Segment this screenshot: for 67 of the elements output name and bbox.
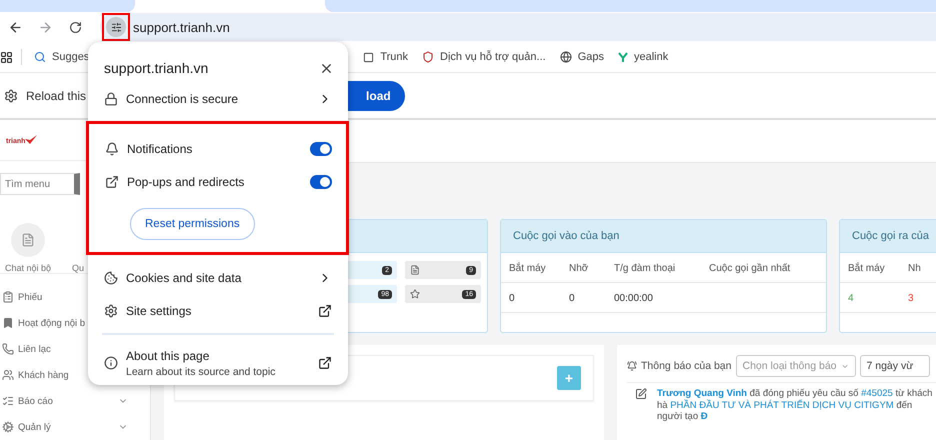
- table-cell: 0: [561, 283, 606, 313]
- bookmark-link[interactable]: yealink: [618, 51, 668, 63]
- reload-icon: [68, 20, 82, 34]
- y-logo-icon: [618, 52, 628, 62]
- menu-search-field[interactable]: Tìm menu: [0, 173, 80, 195]
- gears-icon: [2, 421, 14, 433]
- settings-icon: [104, 304, 118, 318]
- document-icon: [21, 233, 35, 247]
- bell-icon: [105, 142, 119, 156]
- star-icon: [410, 289, 420, 299]
- bookmark-link[interactable]: Dịch vụ hỗ trợ quản...: [422, 51, 546, 63]
- site-info-button[interactable]: [106, 17, 126, 37]
- column-header: Nhỡ: [561, 253, 606, 283]
- document-icon: [410, 265, 420, 275]
- apps-grid-icon[interactable]: [0, 50, 13, 64]
- period-select[interactable]: 7 ngày vừ: [860, 355, 930, 377]
- notifications-label: Thông báo của bạn: [641, 360, 732, 372]
- lock-icon: [104, 92, 118, 106]
- toggle-switch[interactable]: [310, 142, 332, 156]
- table-cell: 3: [900, 283, 936, 313]
- external-link-icon: [318, 356, 332, 370]
- table-cell: 4: [840, 283, 900, 313]
- column-header: Bắt máy: [840, 253, 900, 283]
- bookmark-link[interactable]: Sugges: [34, 51, 90, 63]
- permission-label: Notifications: [127, 142, 194, 156]
- bookmark-link[interactable]: Gaps: [560, 51, 604, 63]
- user-link[interactable]: Trương Quang Vinh: [657, 388, 747, 399]
- info-icon: [104, 356, 118, 370]
- column-header: Nh: [900, 253, 936, 283]
- menu-item[interactable]: Báo cáo: [0, 392, 150, 410]
- column-header: T/g đàm thoại: [606, 253, 701, 283]
- globe-icon: [560, 51, 572, 63]
- users-icon: [2, 369, 14, 381]
- clipboard-icon: [2, 291, 14, 303]
- toggle-switch[interactable]: [310, 174, 332, 188]
- shield-icon: [422, 51, 434, 63]
- menu-item[interactable]: Quản lý: [0, 418, 150, 436]
- column-header: Bắt máy: [501, 253, 561, 283]
- table-cell: 00:00:00: [606, 283, 701, 313]
- record-link[interactable]: PHẦN ĐẦU TƯ VÀ PHÁT TRIỂN DỊCH VỤ CITIGYM: [670, 400, 894, 410]
- table-cell: 0: [501, 283, 561, 313]
- shortcut-link[interactable]: Chat nội bộ: [4, 213, 52, 273]
- bookmark-link[interactable]: Trunk: [363, 51, 408, 63]
- infobar-text: Reload this: [26, 88, 86, 102]
- edit-icon: [635, 388, 647, 400]
- external-link-icon: [105, 174, 119, 188]
- cookie-icon: [104, 270, 118, 284]
- permission-label: Pop-ups and redirects: [127, 174, 246, 188]
- card-title: Cuộc gọi vào của bạn: [501, 220, 826, 253]
- search-icon: [34, 51, 46, 63]
- user-link[interactable]: Đ: [700, 411, 708, 422]
- forward-arrow-icon: [38, 20, 52, 34]
- sliders-icon: [110, 22, 122, 32]
- about-page-row[interactable]: About this page Learn about its source and topic: [88, 343, 348, 383]
- reset-permissions-button[interactable]: Reset permissions: [130, 208, 255, 240]
- bell-icon: [627, 361, 637, 371]
- phone-icon: [2, 343, 14, 355]
- column-header: Cuộc gọi gần nhất: [701, 253, 826, 283]
- page-icon: [363, 52, 374, 62]
- activity-text: Trương Quang Vinh đã đóng phiếu yêu cầu số #45025 từ khách hà PHẦN ĐẦU TƯ VÀ PHÁT TRIỂN DỊCH VỤ CITIGYM đến người tạo Đ: [657, 388, 934, 422]
- url-text[interactable]: support.trianh.vn: [133, 20, 230, 34]
- list-icon: [2, 395, 14, 407]
- bookmark-icon: [2, 317, 14, 329]
- settings-icon: [4, 88, 18, 102]
- card-title: Cuộc gọi ra của: [840, 220, 936, 253]
- record-link[interactable]: #45025: [861, 388, 893, 399]
- popup-title: support.trianh.vn: [104, 60, 208, 76]
